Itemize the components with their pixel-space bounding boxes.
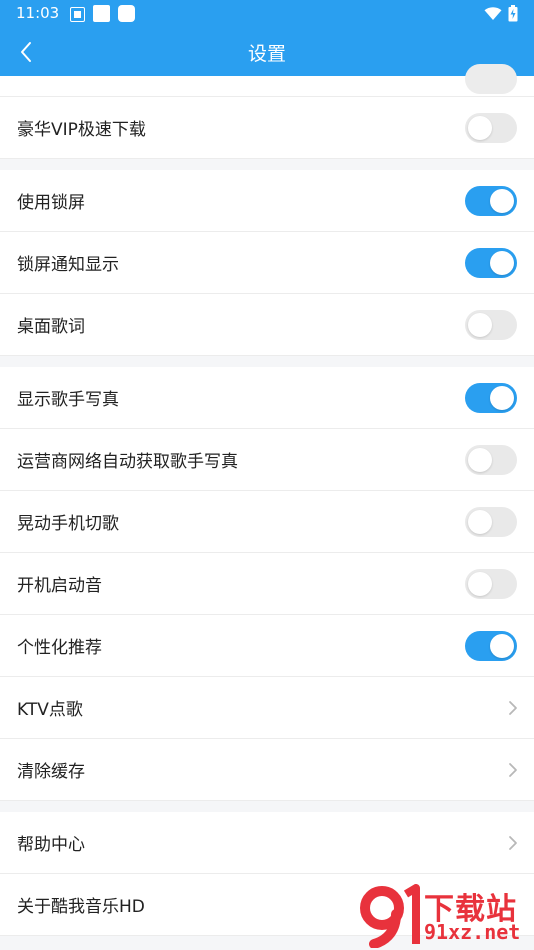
battery-icon: [508, 5, 518, 22]
row-label: 使用锁屏: [17, 193, 85, 213]
status-time: 11:03: [16, 4, 60, 22]
app-bar: 设置: [0, 28, 534, 76]
watermark-logo: 下载站 91xz.net: [358, 884, 530, 948]
row-label: 清除缓存: [17, 762, 85, 782]
settings-row-desktop-lyrics[interactable]: 桌面歌词: [0, 294, 534, 356]
settings-row-artist-photo[interactable]: 显示歌手写真: [0, 367, 534, 429]
settings-row-cellular-photo[interactable]: 运营商网络自动获取歌手写真: [0, 429, 534, 491]
settings-row-partial: [0, 64, 534, 97]
watermark-url: 91xz.net: [424, 920, 521, 944]
toggle-switch[interactable]: [465, 630, 517, 661]
section-divider: [0, 159, 534, 170]
notification-icons: [70, 5, 135, 22]
chevron-right-icon: [509, 835, 517, 850]
status-right-icons: [484, 5, 518, 22]
section-divider: [0, 356, 534, 367]
toggle-switch[interactable]: [465, 568, 517, 599]
toggle-knob: [490, 188, 514, 213]
row-label: 锁屏通知显示: [17, 255, 119, 275]
notification-square-icon: [93, 5, 110, 22]
row-label: KTV点歌: [17, 700, 83, 720]
page-title: 设置: [247, 43, 286, 65]
settings-row-lockscreen-notify[interactable]: 锁屏通知显示: [0, 232, 534, 294]
row-label: 运营商网络自动获取歌手写真: [17, 452, 238, 472]
row-label: 关于酷我音乐HD: [17, 897, 145, 917]
toggle-knob: [490, 633, 514, 658]
toggle-knob: [468, 509, 492, 534]
row-label: 桌面歌词: [17, 317, 85, 337]
toggle-partial[interactable]: [465, 64, 517, 94]
row-label: 帮助中心: [17, 835, 85, 855]
toggle-switch[interactable]: [465, 382, 517, 413]
toggle-switch[interactable]: [465, 444, 517, 475]
toggle-knob: [490, 250, 514, 275]
toggle-knob: [468, 115, 492, 140]
settings-row-lockscreen[interactable]: 使用锁屏: [0, 170, 534, 232]
settings-row-vip-download[interactable]: 豪华VIP极速下载: [0, 97, 534, 159]
toggle-switch[interactable]: [465, 309, 517, 340]
settings-list: 豪华VIP极速下载 使用锁屏 锁屏通知显示 桌面歌词 显示歌手写真 运营商网络自…: [0, 64, 534, 936]
row-label: 显示歌手写真: [17, 390, 119, 410]
toggle-switch[interactable]: [465, 112, 517, 143]
notification-rounded-icon: [118, 5, 135, 22]
toggle-switch[interactable]: [465, 506, 517, 537]
settings-row-personalized[interactable]: 个性化推荐: [0, 615, 534, 677]
settings-row-ktv[interactable]: KTV点歌: [0, 677, 534, 739]
row-label: 个性化推荐: [17, 638, 102, 658]
settings-row-clear-cache[interactable]: 清除缓存: [0, 739, 534, 801]
toggle-switch[interactable]: [465, 185, 517, 216]
settings-row-startup-sound[interactable]: 开机启动音: [0, 553, 534, 615]
notification-app-icon: [70, 7, 85, 22]
toggle-knob: [468, 312, 492, 337]
chevron-right-icon: [509, 700, 517, 715]
status-bar: 11:03: [0, 0, 534, 28]
chevron-right-icon: [509, 762, 517, 777]
toggle-switch[interactable]: [465, 247, 517, 278]
row-label: 开机启动音: [17, 576, 102, 596]
toggle-knob: [468, 571, 492, 596]
settings-row-help[interactable]: 帮助中心: [0, 812, 534, 874]
row-label: 晃动手机切歌: [17, 514, 119, 534]
watermark-91-icon: [360, 884, 420, 948]
toggle-knob: [468, 447, 492, 472]
wifi-icon: [484, 7, 502, 20]
section-divider: [0, 801, 534, 812]
toggle-knob: [490, 385, 514, 410]
row-label: 豪华VIP极速下载: [17, 120, 146, 140]
settings-row-shake-switch[interactable]: 晃动手机切歌: [0, 491, 534, 553]
